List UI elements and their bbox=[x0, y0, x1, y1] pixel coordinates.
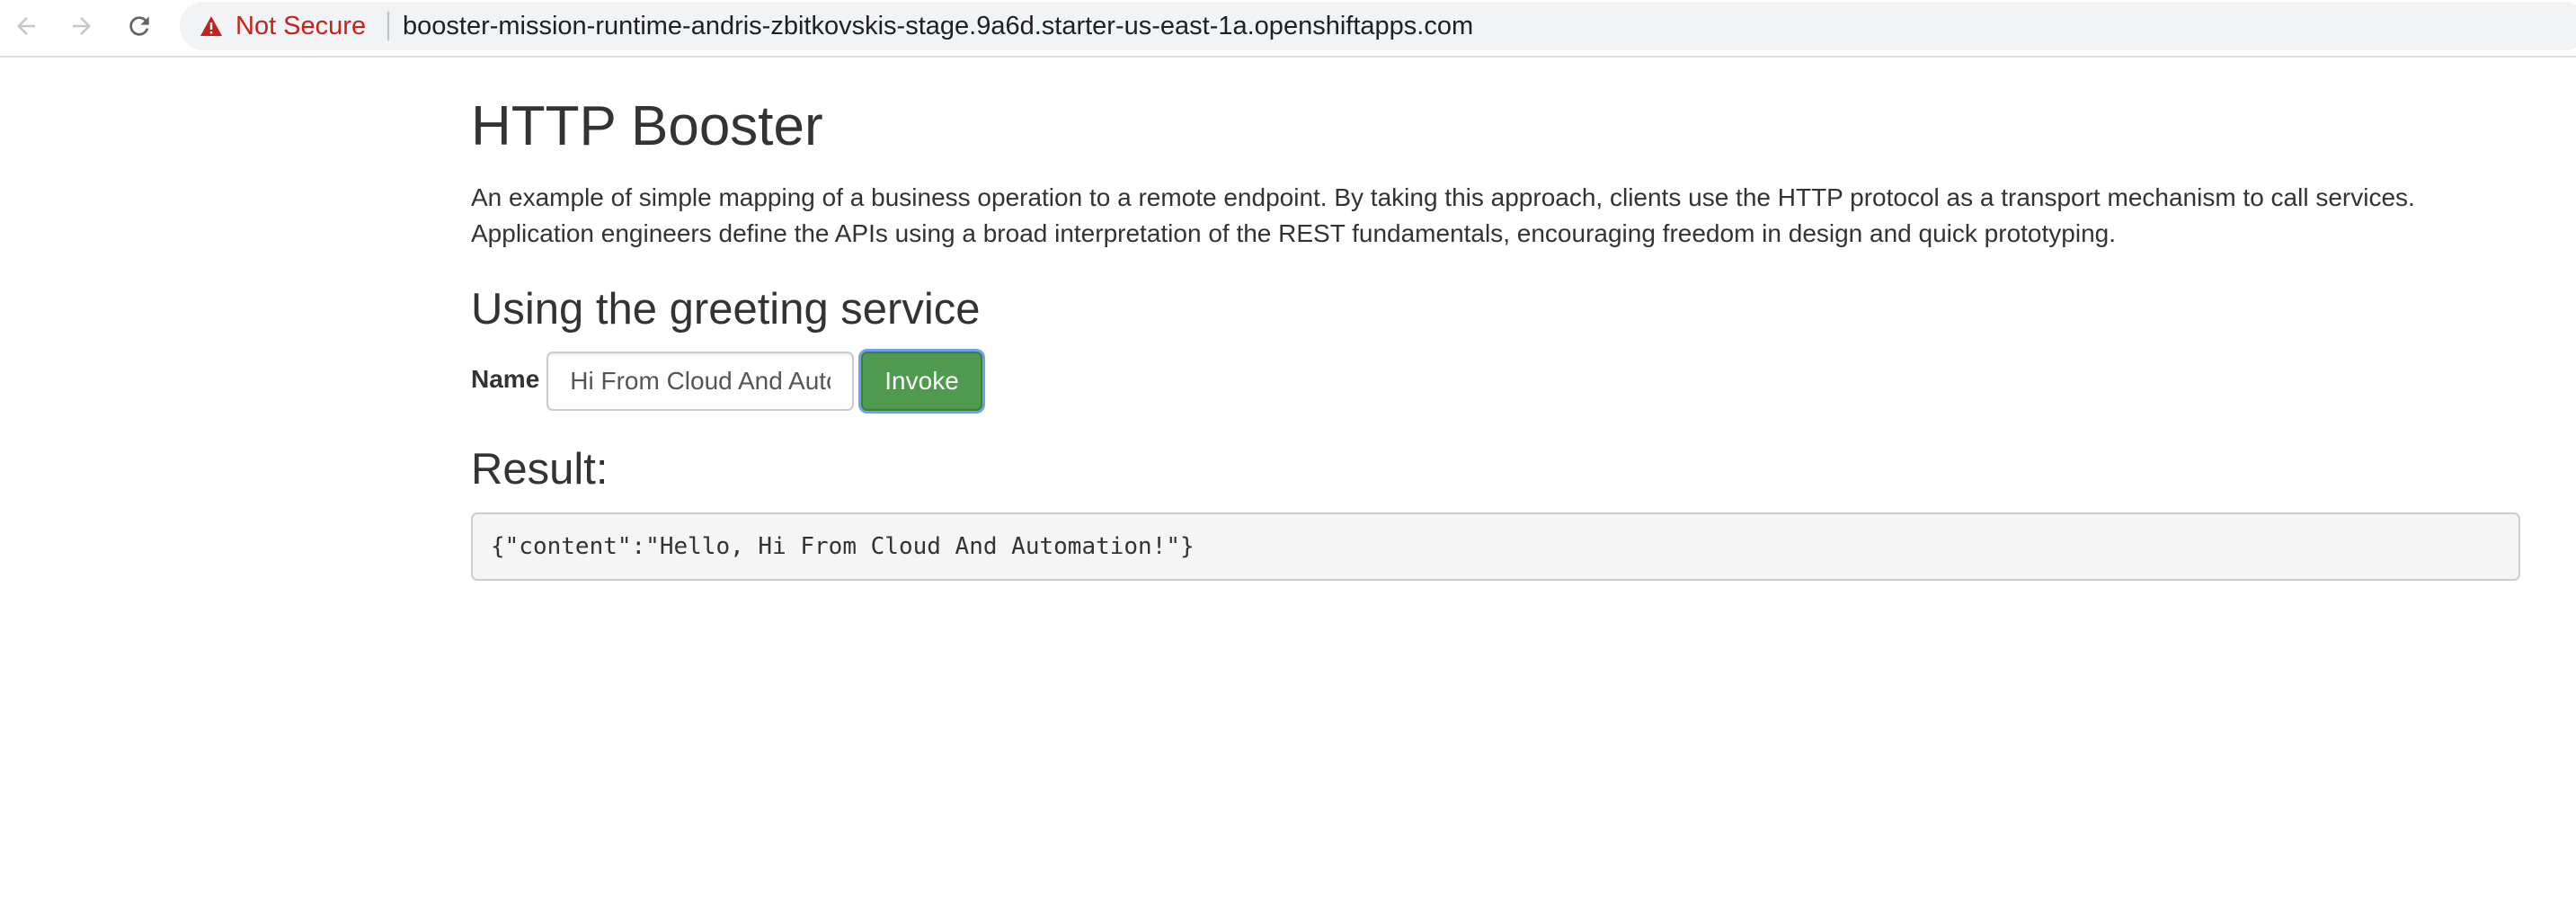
omnibox-divider bbox=[387, 12, 389, 40]
page-content: HTTP Booster An example of simple mappin… bbox=[471, 58, 2520, 604]
result-title: Result: bbox=[471, 445, 608, 494]
name-label: Name bbox=[471, 365, 540, 394]
reload-icon bbox=[129, 16, 149, 36]
address-bar[interactable]: Not Secure booster-mission-runtime-andri… bbox=[180, 2, 2576, 50]
forward-button[interactable] bbox=[61, 5, 102, 47]
reload-button[interactable] bbox=[119, 5, 160, 47]
url-text[interactable]: booster-mission-runtime-andris-zbitkovsk… bbox=[403, 2, 1473, 50]
back-button[interactable] bbox=[5, 5, 47, 47]
security-indicator[interactable]: Not Secure bbox=[200, 2, 366, 50]
name-input[interactable] bbox=[546, 352, 855, 412]
greeting-form: Name Invoke bbox=[471, 351, 2520, 412]
warning-triangle-icon bbox=[200, 16, 222, 36]
result-output: {"content":"Hello, Hi From Cloud And Aut… bbox=[471, 512, 2520, 582]
security-label: Not Secure bbox=[235, 11, 367, 40]
intro-paragraph: An example of simple mapping of a busine… bbox=[471, 183, 2415, 248]
browser-toolbar: Not Secure booster-mission-runtime-andri… bbox=[0, 0, 2576, 58]
section-title: Using the greeting service bbox=[471, 285, 981, 334]
arrow-left-icon bbox=[17, 17, 35, 35]
page-title: HTTP Booster bbox=[471, 95, 823, 157]
invoke-button[interactable]: Invoke bbox=[861, 352, 982, 412]
arrow-right-icon bbox=[73, 17, 91, 35]
